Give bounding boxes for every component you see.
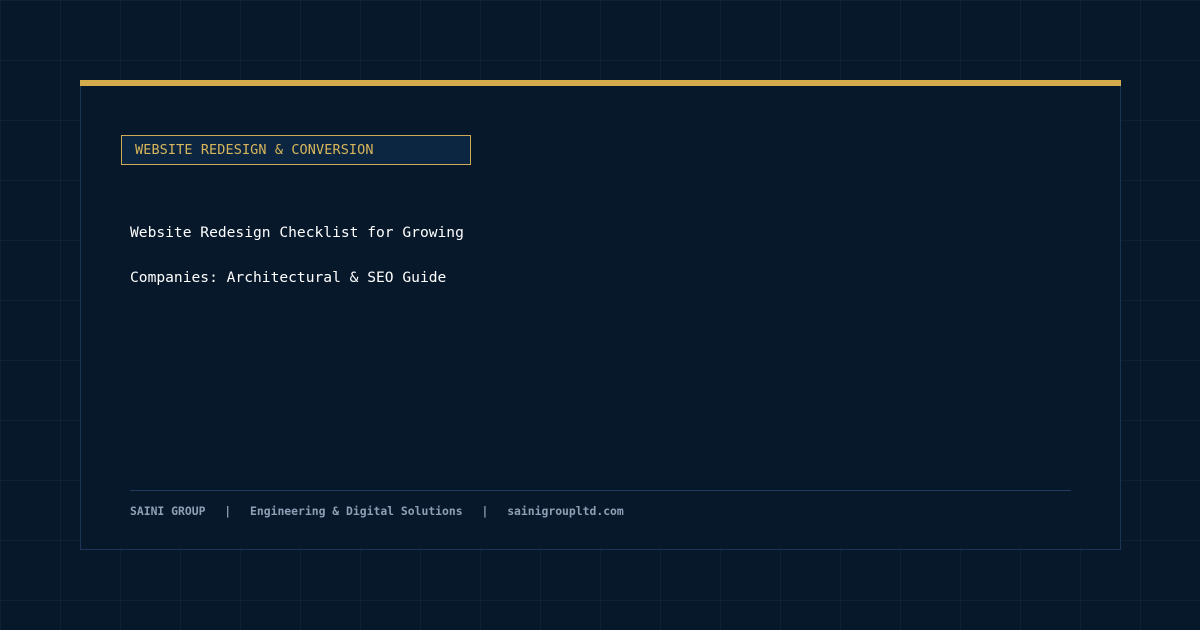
footer-brand: SAINI GROUP bbox=[130, 504, 206, 518]
content-card: WEBSITE REDESIGN & CONVERSION Website Re… bbox=[80, 80, 1121, 550]
footer-separator: | bbox=[481, 504, 489, 518]
category-label: WEBSITE REDESIGN & CONVERSION bbox=[135, 142, 374, 158]
footer-separator: | bbox=[224, 504, 232, 518]
page-title: Website Redesign Checklist for Growing C… bbox=[130, 210, 830, 300]
title-line-1: Website Redesign Checklist for Growing bbox=[130, 224, 464, 241]
footer: SAINI GROUP | Engineering & Digital Solu… bbox=[130, 504, 624, 518]
title-line-2: Companies: Architectural & SEO Guide bbox=[130, 269, 447, 286]
footer-divider bbox=[130, 490, 1071, 491]
footer-website-link[interactable]: sainigroupltd.com bbox=[507, 504, 624, 518]
accent-bar bbox=[80, 80, 1121, 86]
category-badge: WEBSITE REDESIGN & CONVERSION bbox=[121, 135, 471, 165]
footer-tagline: Engineering & Digital Solutions bbox=[250, 504, 463, 518]
